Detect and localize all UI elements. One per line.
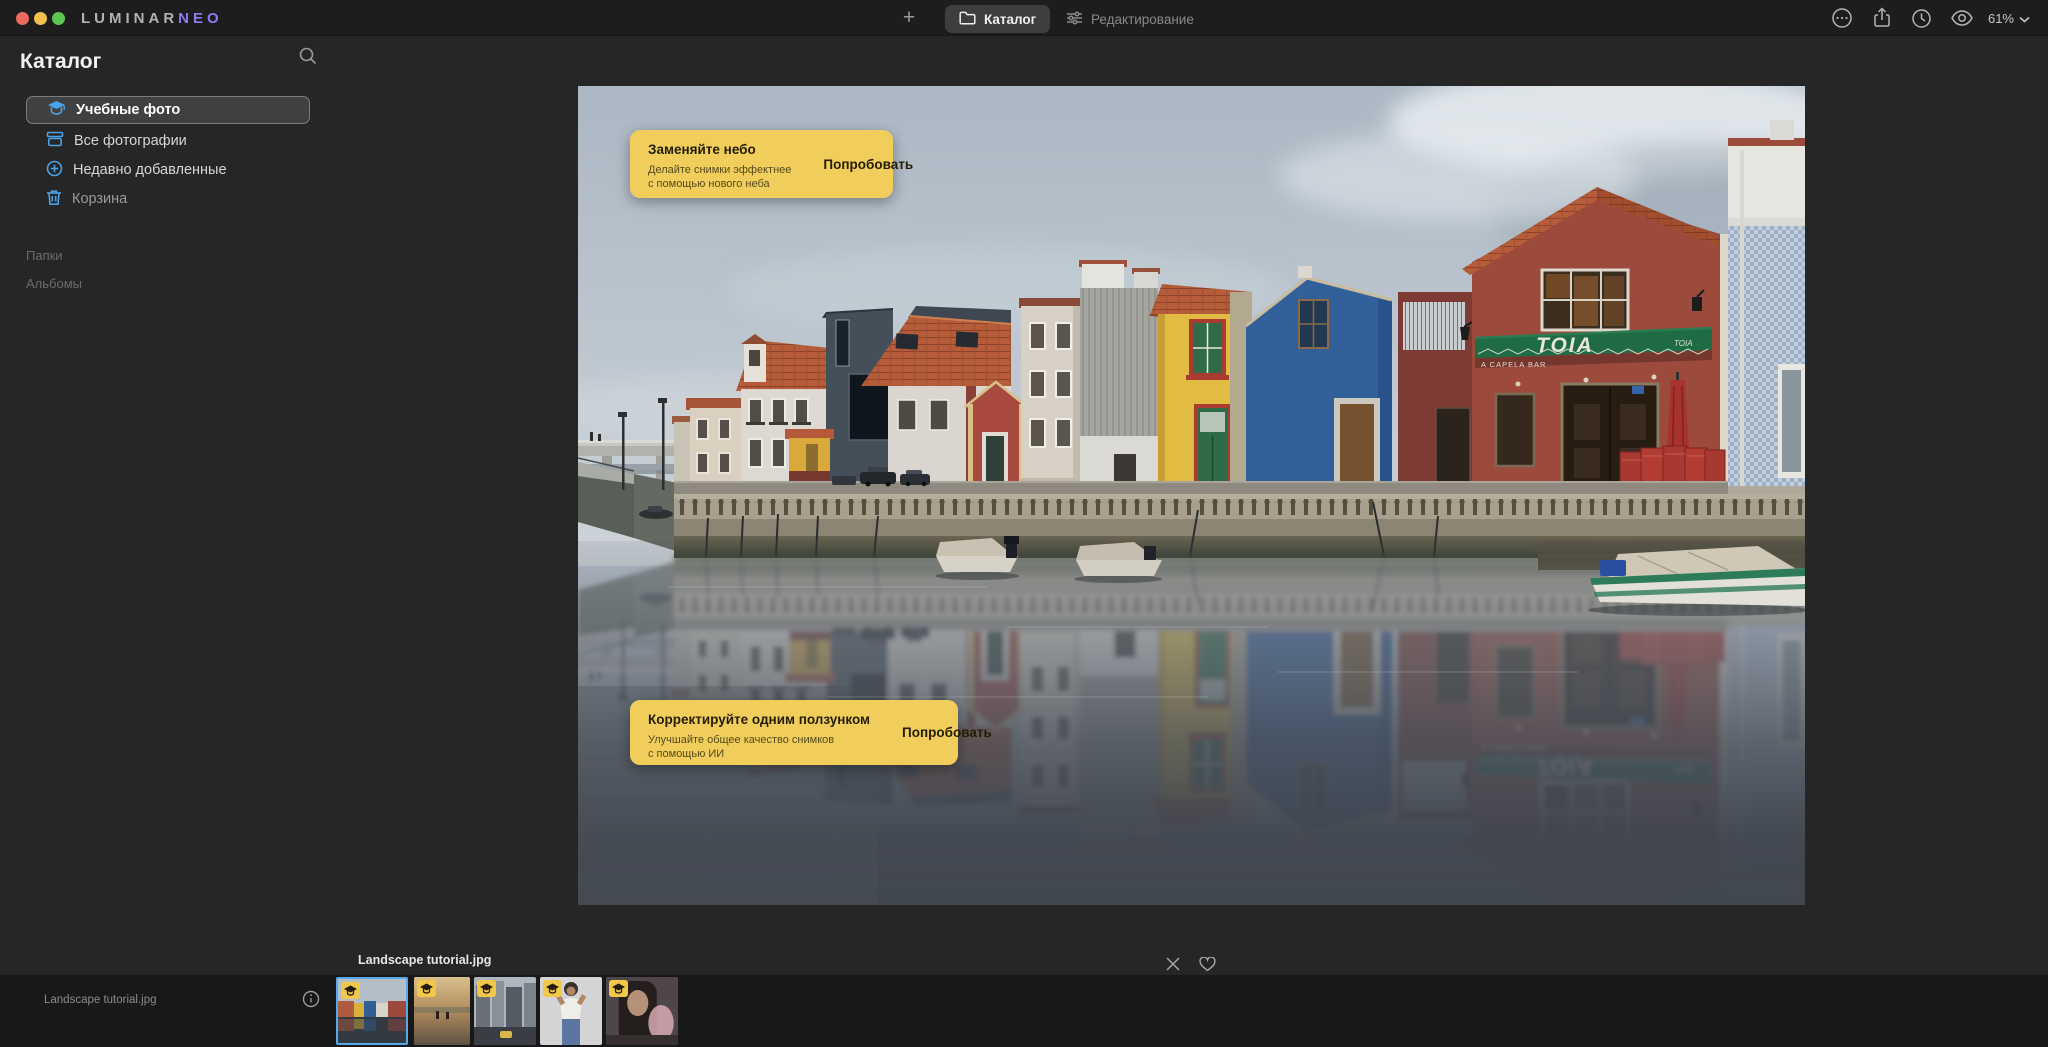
sidebar-item-label: Все фотографии [74,133,187,149]
photo-caption: Landscape tutorial.jpg [358,953,491,967]
tutorial-badge-icon [477,980,496,997]
info-icon[interactable] [302,990,322,1010]
graduation-cap-icon [47,100,66,120]
share-button[interactable] [1862,0,1902,36]
trash-icon [46,189,62,210]
callout-enhance: Корректируйте одним ползунком Улучшайте … [630,700,958,765]
tutorial-badge-icon [609,980,628,997]
thumbnail-woman-portrait[interactable] [606,977,678,1045]
sidebar-item-label: Учебные фото [76,102,180,118]
add-photos-button[interactable]: + [896,4,922,32]
heart-icon[interactable] [1196,954,1218,974]
callout-body-line2: с помощью ИИ [648,748,724,760]
try-sky-button[interactable]: Попробовать [805,130,931,198]
zoom-value: 61% [1988,11,2014,26]
callout-body-line1: Улучшайте общее качество снимков [648,734,834,746]
topbar-right-controls: 61% [1822,0,2048,36]
plus-circle-icon [46,160,63,181]
thumbnail-woman-white-top[interactable] [540,977,602,1045]
try-enhance-button[interactable]: Попробовать [884,700,1010,765]
zoom-control[interactable]: 61% [1988,11,2030,26]
logo-primary: LUMINAR [81,10,178,27]
callout-body-line1: Делайте снимки эффектнее [648,164,791,176]
history-button[interactable] [1902,0,1942,36]
thumbnail-city-street[interactable] [474,977,536,1045]
awning-text: TOIA [1536,334,1594,357]
filmstrip: Landscape tutorial.jpg [0,975,2048,1047]
sidebar-item-recently-added[interactable]: Недавно добавленные [26,156,310,184]
sidebar-item-label: Недавно добавленные [73,162,227,178]
photo-canvas[interactable]: TOIA A CAPELA BAR TOIA [578,86,1805,905]
sidebar-title: Каталог [20,50,101,74]
tutorial-badge-icon [417,980,436,997]
callout-title: Заменяйте небо [648,142,791,157]
app-window: LUMINARNEO + Каталог Редактирование [0,0,2048,1047]
more-options-button[interactable] [1822,0,1862,36]
tab-catalog-label: Каталог [984,12,1036,27]
folder-icon [959,11,976,28]
search-icon[interactable] [298,46,320,68]
callout-body-line2: с помощью нового неба [648,178,770,190]
window-minimize-button[interactable] [34,12,47,25]
window-zoom-button[interactable] [52,12,65,25]
awning-subtext: A CAPELA BAR [1481,360,1546,369]
sidebar-section-albums[interactable]: Альбомы [26,276,82,291]
window-close-button[interactable] [16,12,29,25]
preview-eye-button[interactable] [1942,0,1982,36]
top-bar: LUMINARNEO + Каталог Редактирование [0,0,2048,36]
app-logo: LUMINARNEO [81,10,223,27]
tutorial-badge-icon [341,982,360,999]
sidebar-item-all-photos[interactable]: Все фотографии [26,127,310,155]
tab-edit-label: Редактирование [1091,12,1194,27]
tab-catalog[interactable]: Каталог [945,5,1050,33]
sidebar-section-folders[interactable]: Папки [26,248,63,263]
logo-accent: NEO [178,10,223,27]
filmstrip-filename: Landscape tutorial.jpg [44,994,157,1006]
awning-text-right: TOIA [1674,339,1693,348]
sidebar-item-tutorial-photos[interactable]: Учебные фото [26,96,310,124]
sidebar-item-label: Корзина [72,191,127,207]
tutorial-badge-icon [543,980,562,997]
thumbnail-canal-houses[interactable] [336,977,408,1045]
chevron-down-icon [2019,11,2030,26]
callout-sky-replacement: Заменяйте небо Делайте снимки эффектнее … [630,130,893,198]
photos-library-icon [46,131,64,151]
thumbnail-beach-sunset[interactable] [414,977,470,1045]
close-icon[interactable] [1162,954,1184,974]
callout-title: Корректируйте одним ползунком [648,712,870,727]
sliders-icon [1066,11,1083,28]
tab-edit[interactable]: Редактирование [1052,5,1208,33]
sidebar-item-trash[interactable]: Корзина [26,185,310,213]
